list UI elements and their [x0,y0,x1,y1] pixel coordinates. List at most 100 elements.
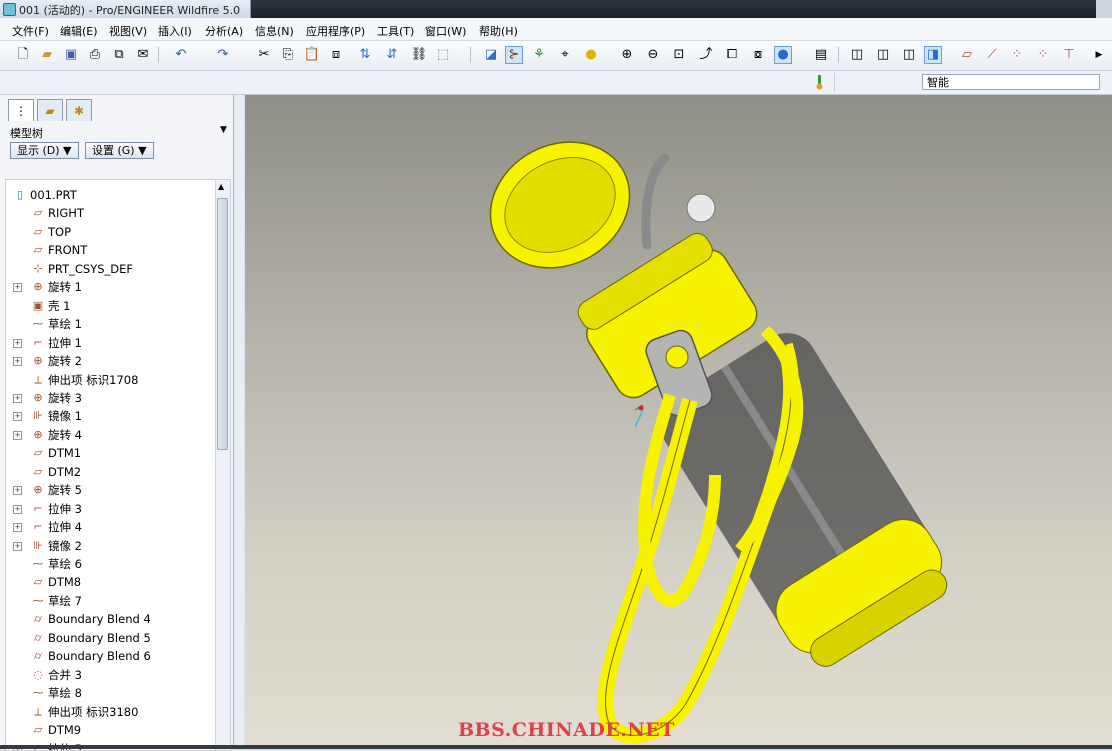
tree-item[interactable]: ▱DTM2 [6,463,214,481]
tree-item[interactable]: ▱DTM1 [6,444,214,462]
tree-item[interactable]: ▱FRONT [6,241,214,259]
expand-icon[interactable]: + [13,357,22,366]
model-tree-tab-icon[interactable]: ⋮ [8,99,34,121]
datum-csys-icon[interactable]: ⁘ [1034,46,1052,64]
tree-item[interactable]: +⊕旋转 3 [6,389,214,407]
tree-item[interactable]: ⁓草绘 1 [6,315,214,333]
model-render[interactable] [245,95,1112,749]
expand-icon[interactable]: + [13,486,22,495]
zoom-out-icon[interactable]: ⊖ [644,46,662,64]
saved-views-icon[interactable]: ⧠ [723,46,741,64]
tree-item[interactable]: ⌭Boundary Blend 4 [6,610,214,628]
new-icon[interactable]: 🗋 [14,46,32,64]
undo-icon[interactable]: ↶ [172,46,190,64]
tree-root-item[interactable]: ▯001.PRT [6,186,214,204]
tree-scrollbar[interactable]: ▲ [215,180,230,750]
no-hidden-icon[interactable]: ◫ [900,46,918,64]
wireframe-icon[interactable]: ◫ [848,46,866,64]
select-box-icon[interactable]: ⬚ [434,46,452,64]
tree-item[interactable]: ⌭Boundary Blend 6 [6,647,214,665]
axis-display-icon[interactable]: ⊱ [505,46,523,64]
tree-item[interactable]: ⟂伸出项 标识1708 [6,371,214,389]
expand-icon[interactable]: + [13,542,22,551]
menu-info[interactable]: 信息(N) [255,23,294,39]
tree-item[interactable]: ▱DTM9 [6,721,214,739]
annotation-icon[interactable]: ⊤ [1060,46,1078,64]
menu-analysis[interactable]: 分析(A) [205,23,243,39]
scroll-up-icon[interactable]: ▲ [218,182,224,191]
scroll-thumb[interactable] [217,198,228,450]
shading-icon[interactable]: ◨ [924,46,942,64]
expand-icon[interactable]: + [13,505,22,514]
cut-icon[interactable]: ✂ [255,46,273,64]
layers-icon[interactable]: ⧇ [749,46,767,64]
settings-button[interactable]: 设置 (G) ▼ [85,142,154,159]
appearance-icon[interactable]: ● [582,46,600,64]
expand-icon[interactable]: + [13,339,22,348]
tree-item[interactable]: +⊕旋转 5 [6,481,214,499]
datum-axis-icon[interactable]: ⟋ [983,46,1001,64]
expand-icon[interactable]: + [13,523,22,532]
menu-view[interactable]: 视图(V) [109,23,147,39]
toolbar-overflow-icon[interactable]: ▶ [1090,46,1108,64]
tree-item[interactable]: ⌭Boundary Blend 5 [6,629,214,647]
open-icon[interactable]: ▰ [38,46,56,64]
tree-item[interactable]: ◌合并 3 [6,666,214,684]
tree-item[interactable]: +⊪镜像 2 [6,537,214,555]
copy-icon[interactable]: ⎘ [279,46,297,64]
tree-item[interactable]: ⟂伸出项 标识3180 [6,703,214,721]
menu-file[interactable]: 文件(F) [12,23,49,39]
menu-applications[interactable]: 应用程序(P) [306,23,365,39]
mail-icon[interactable]: ✉ [134,46,152,64]
tree-item[interactable]: +⊕旋转 1 [6,278,214,296]
regenerate-icon[interactable]: ⇅ [356,46,374,64]
show-button[interactable]: 显示 (D) ▼ [10,142,79,159]
zoom-in-icon[interactable]: ⊕ [618,46,636,64]
find-icon[interactable]: ⛓ [410,46,428,64]
menu-insert[interactable]: 插入(I) [158,23,192,39]
tree-item[interactable]: +⊕旋转 2 [6,352,214,370]
favorites-tab-icon[interactable]: ✱ [66,99,92,121]
expand-icon[interactable]: + [13,394,22,403]
tree-item[interactable]: ⁓草绘 7 [6,592,214,610]
spin-center-icon[interactable]: ● [774,46,792,64]
paste-special-icon[interactable]: ⧈ [327,46,345,64]
tree-item[interactable]: ⁓草绘 8 [6,684,214,702]
graphics-window[interactable] [245,95,1112,749]
redo-icon[interactable]: ↷ [214,46,232,64]
hidden-line-icon[interactable]: ◫ [874,46,892,64]
menu-help[interactable]: 帮助(H) [479,23,518,39]
menu-tools[interactable]: 工具(T) [377,23,414,39]
tree-item[interactable]: +⊪镜像 1 [6,407,214,425]
tree-item[interactable]: +⌐拉伸 4 [6,518,214,536]
regen-manager-icon[interactable]: ⇵ [383,46,401,64]
chevron-down-icon[interactable]: ▼ [220,125,227,135]
reorient-icon[interactable]: ⤴ [697,46,715,64]
menu-window[interactable]: 窗口(W) [425,23,466,39]
tree-item[interactable]: ▱DTM8 [6,573,214,591]
tree-item[interactable]: +⊕旋转 4 [6,426,214,444]
expand-icon[interactable]: + [13,431,22,440]
datum-plane-icon[interactable]: ▱ [958,46,976,64]
tree-item[interactable]: ⊹PRT_CSYS_DEF [6,260,214,278]
tree-item[interactable]: ▱RIGHT [6,204,214,222]
tree-item[interactable]: +⌐拉伸 3 [6,500,214,518]
tree-item[interactable]: ⁓草绘 6 [6,555,214,573]
save-icon[interactable]: ▣ [62,46,80,64]
expand-icon[interactable]: + [13,283,22,292]
paste-icon[interactable]: 📋 [303,46,321,64]
tree-item[interactable]: ▣壳 1 [6,297,214,315]
panel-sash[interactable] [234,95,244,749]
datum-point-icon[interactable]: ⁘ [1008,46,1026,64]
model-display-icon[interactable]: ▤ [812,46,830,64]
send-icon[interactable]: ⧉ [110,46,128,64]
csys-display-icon[interactable]: ⌖ [556,46,574,64]
expand-icon[interactable]: + [13,412,22,421]
refit-icon[interactable]: ⊡ [670,46,688,64]
tree-item[interactable]: ▱TOP [6,223,214,241]
datum-display-icon[interactable]: ◪ [482,46,500,64]
menu-edit[interactable]: 编辑(E) [60,23,98,39]
point-display-icon[interactable]: ⚘ [530,46,548,64]
folder-browser-tab-icon[interactable]: ▰ [37,99,63,121]
window-controls[interactable] [1096,0,1112,18]
